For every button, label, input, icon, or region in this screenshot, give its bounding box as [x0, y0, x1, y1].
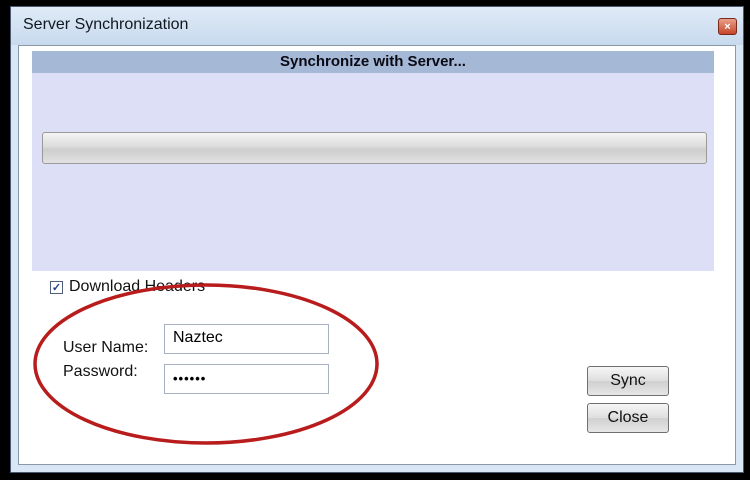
annotation-highlight [33, 283, 379, 445]
annotation-ellipse [33, 283, 379, 445]
